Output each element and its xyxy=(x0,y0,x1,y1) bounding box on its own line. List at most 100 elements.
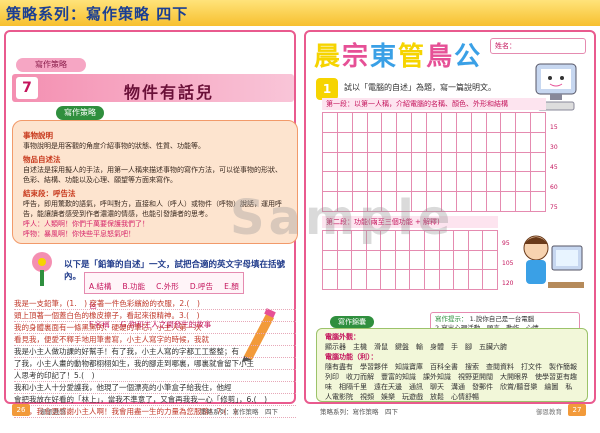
grid-cell[interactable] xyxy=(483,270,498,290)
grid-cell[interactable] xyxy=(323,152,338,173)
grid-cell[interactable] xyxy=(352,270,367,290)
grid-cell[interactable] xyxy=(468,270,484,290)
grid-cell[interactable] xyxy=(427,172,442,193)
grid-cell[interactable] xyxy=(337,270,353,290)
grid-cell[interactable] xyxy=(382,172,398,193)
grid-cell[interactable] xyxy=(531,132,546,153)
grid-cell[interactable] xyxy=(441,113,457,133)
grid-cell[interactable] xyxy=(337,192,353,212)
writing-grid-1[interactable] xyxy=(322,112,546,212)
grid-cell[interactable] xyxy=(367,152,383,173)
grid-cell[interactable] xyxy=(352,113,368,133)
grid-cell[interactable] xyxy=(382,113,398,133)
grid-cell[interactable] xyxy=(323,270,338,290)
grid-cell[interactable] xyxy=(323,172,338,193)
grid-cell[interactable] xyxy=(531,152,546,173)
grid-cell[interactable] xyxy=(471,132,487,153)
grid-cell[interactable] xyxy=(441,192,457,212)
grid-cell[interactable] xyxy=(486,172,502,193)
grid-cell[interactable] xyxy=(410,231,426,251)
grid-cell[interactable] xyxy=(382,152,398,173)
grid-cell[interactable] xyxy=(471,113,487,133)
grid-cell[interactable] xyxy=(397,113,413,133)
grid-cell[interactable] xyxy=(395,231,411,251)
grid-cell[interactable] xyxy=(337,113,353,133)
grid-cell[interactable] xyxy=(439,270,455,290)
grid-cell[interactable] xyxy=(382,132,398,153)
grid-cell[interactable] xyxy=(366,250,382,271)
grid-cell[interactable] xyxy=(531,192,546,212)
grid-cell[interactable] xyxy=(439,250,455,271)
grid-cell[interactable] xyxy=(352,132,368,153)
grid-cell[interactable] xyxy=(425,270,440,290)
grid-cell[interactable] xyxy=(367,192,383,212)
grid-cell[interactable] xyxy=(337,250,353,271)
grid-cell[interactable] xyxy=(412,192,428,212)
grid-cell[interactable] xyxy=(468,250,484,271)
grid-cell[interactable] xyxy=(395,270,411,290)
grid-cell[interactable] xyxy=(531,113,546,133)
grid-cell[interactable] xyxy=(397,192,413,212)
grid-cell[interactable] xyxy=(425,231,440,251)
grid-cell[interactable] xyxy=(454,231,469,251)
grid-cell[interactable] xyxy=(427,152,442,173)
grid-cell[interactable] xyxy=(412,152,428,173)
grid-cell[interactable] xyxy=(352,250,367,271)
grid-cell[interactable] xyxy=(501,132,517,153)
grid-cell[interactable] xyxy=(352,192,368,212)
grid-cell[interactable] xyxy=(366,270,382,290)
grid-cell[interactable] xyxy=(366,231,382,251)
grid-cell[interactable] xyxy=(501,172,517,193)
grid-cell[interactable] xyxy=(323,113,338,133)
grid-cell[interactable] xyxy=(456,172,472,193)
grid-cell[interactable] xyxy=(486,132,502,153)
grid-cell[interactable] xyxy=(412,132,428,153)
grid-cell[interactable] xyxy=(486,113,502,133)
grid-cell[interactable] xyxy=(471,192,487,212)
grid-cell[interactable] xyxy=(323,132,338,153)
grid-cell[interactable] xyxy=(456,113,472,133)
grid-cell[interactable] xyxy=(425,250,440,271)
grid-cell[interactable] xyxy=(397,132,413,153)
grid-cell[interactable] xyxy=(468,231,484,251)
grid-cell[interactable] xyxy=(471,152,487,173)
grid-cell[interactable] xyxy=(381,250,396,271)
grid-cell[interactable] xyxy=(323,192,338,212)
grid-cell[interactable] xyxy=(501,113,517,133)
grid-cell[interactable] xyxy=(410,270,426,290)
grid-cell[interactable] xyxy=(454,270,469,290)
grid-cell[interactable] xyxy=(439,231,455,251)
writing-grid-2[interactable] xyxy=(322,230,498,290)
grid-cell[interactable] xyxy=(483,250,498,271)
grid-cell[interactable] xyxy=(441,172,457,193)
grid-cell[interactable] xyxy=(516,113,532,133)
grid-cell[interactable] xyxy=(427,192,442,212)
grid-cell[interactable] xyxy=(486,152,502,173)
grid-cell[interactable] xyxy=(486,192,502,212)
grid-cell[interactable] xyxy=(501,192,517,212)
grid-cell[interactable] xyxy=(427,132,442,153)
grid-cell[interactable] xyxy=(454,250,469,271)
grid-cell[interactable] xyxy=(456,192,472,212)
grid-cell[interactable] xyxy=(483,231,498,251)
grid-cell[interactable] xyxy=(352,172,368,193)
grid-cell[interactable] xyxy=(441,152,457,173)
grid-cell[interactable] xyxy=(516,152,532,173)
grid-cell[interactable] xyxy=(441,132,457,153)
grid-cell[interactable] xyxy=(531,172,546,193)
grid-cell[interactable] xyxy=(337,132,353,153)
grid-cell[interactable] xyxy=(323,231,338,251)
grid-cell[interactable] xyxy=(397,172,413,193)
grid-cell[interactable] xyxy=(337,152,353,173)
grid-cell[interactable] xyxy=(412,172,428,193)
grid-cell[interactable] xyxy=(337,231,353,251)
grid-cell[interactable] xyxy=(382,192,398,212)
grid-cell[interactable] xyxy=(397,152,413,173)
grid-cell[interactable] xyxy=(323,250,338,271)
grid-cell[interactable] xyxy=(352,231,367,251)
grid-cell[interactable] xyxy=(352,152,368,173)
name-field[interactable]: 姓名： xyxy=(490,38,586,54)
grid-cell[interactable] xyxy=(412,113,428,133)
grid-cell[interactable] xyxy=(381,270,396,290)
grid-cell[interactable] xyxy=(427,113,442,133)
